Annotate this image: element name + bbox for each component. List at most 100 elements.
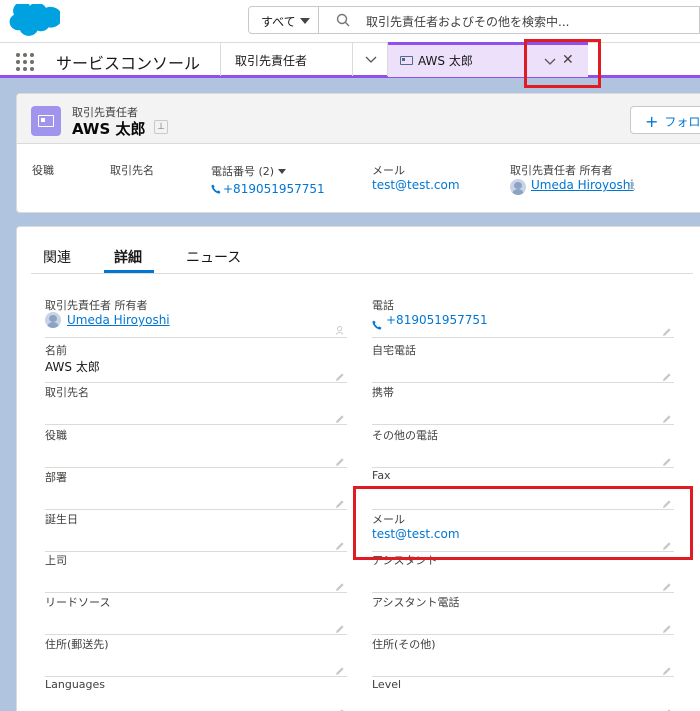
highlight-account-label: 取引先名 (110, 164, 154, 177)
field-right-8: 住所(その他) (372, 636, 674, 677)
edit-pencil-icon[interactable] (662, 577, 672, 591)
field-label: 自宅電話 (372, 344, 416, 357)
phone-icon (211, 184, 221, 194)
record-highlights-panel: 取引先責任者 AWS 太郎 ⊥ + フォロ 役職 取引先名 電話番号 (2) +8… (16, 93, 700, 213)
change-owner-icon[interactable] (628, 181, 637, 191)
contact-card-icon (400, 56, 413, 65)
field-left-0: 取引先責任者 所有者 Umeda Hiroyoshi (45, 297, 347, 338)
field-divider (45, 592, 347, 593)
field-value: AWS 太郎 (45, 360, 100, 374)
tab-contacts-dropdown[interactable] (352, 43, 388, 76)
field-label: 住所(郵送先) (45, 638, 109, 651)
phone-link[interactable]: +819051957751 (386, 313, 488, 327)
field-left-7: リードソース (45, 594, 347, 635)
global-search-input[interactable]: 取引先責任者およびその他を検索中... (318, 6, 700, 34)
highlight-email-label: メール (372, 164, 405, 177)
salesforce-logo[interactable] (8, 4, 60, 38)
app-name: サービスコンソール (56, 54, 201, 73)
edit-pencil-icon[interactable] (335, 661, 345, 675)
tab-contacts[interactable]: 取引先責任者 (220, 43, 352, 76)
field-label: 住所(その他) (372, 638, 436, 651)
edit-pencil-icon[interactable] (335, 703, 345, 711)
field-left-2: 取引先名 (45, 384, 347, 425)
edit-pencil-icon[interactable] (335, 452, 345, 466)
search-scope-select[interactable]: すべて (248, 6, 319, 34)
tab-record-label: AWS 太郎 (418, 54, 473, 68)
field-divider (45, 467, 347, 468)
field-right-0: 電話 +819051957751 (372, 297, 674, 338)
owner-link[interactable]: Umeda Hiroyoshi (67, 313, 170, 327)
field-divider (45, 424, 347, 425)
contact-record-icon (31, 106, 61, 136)
edit-pencil-icon[interactable] (662, 409, 672, 423)
field-label: Fax (372, 469, 391, 482)
field-label: 名前 (45, 344, 67, 357)
field-right-7: アシスタント電話 (372, 594, 674, 635)
highlight-owner-link[interactable]: Umeda Hiroyoshi (531, 178, 634, 192)
highlight-box-tab-controls (524, 39, 601, 88)
edit-pencil-icon[interactable] (662, 619, 672, 633)
field-divider (45, 382, 347, 383)
hierarchy-icon[interactable]: ⊥ (154, 120, 168, 134)
caret-down-icon (278, 169, 287, 174)
field-left-6: 上司 (45, 552, 347, 593)
field-left-3: 役職 (45, 427, 347, 468)
field-right-2: 携帯 (372, 384, 674, 425)
field-divider (372, 424, 674, 425)
edit-pencil-icon[interactable] (335, 367, 345, 381)
edit-pencil-icon[interactable] (662, 661, 672, 675)
global-header: すべて 取引先責任者およびその他を検索中... (0, 0, 700, 42)
edit-pencil-icon[interactable] (335, 494, 345, 508)
field-left-5: 誕生日 (45, 511, 347, 552)
field-divider (45, 337, 347, 338)
edit-pencil-icon[interactable] (335, 619, 345, 633)
edit-pencil-icon[interactable] (662, 452, 672, 466)
caret-down-icon (300, 18, 310, 24)
edit-pencil-icon[interactable] (335, 409, 345, 423)
phone-icon (372, 315, 382, 334)
highlight-email-link[interactable]: test@test.com (372, 178, 460, 192)
highlight-owner-label: 取引先責任者 所有者 (510, 164, 613, 177)
field-left-1: 名前 AWS 太郎 (45, 342, 347, 383)
record-detail-card: 関連 詳細 ニュース 取引先責任者 所有者 Umeda Hiroyoshi 名前 AW… (16, 226, 700, 711)
edit-pencil-icon[interactable] (662, 322, 672, 336)
field-left-8: 住所(郵送先) (45, 636, 347, 677)
edit-pencil-icon[interactable] (662, 703, 672, 711)
change-owner-icon[interactable] (336, 320, 345, 335)
owner-avatar (510, 179, 526, 195)
highlight-title-label: 役職 (32, 164, 54, 177)
field-label: その他の電話 (372, 429, 438, 442)
field-divider (372, 467, 674, 468)
field-label: 誕生日 (45, 513, 78, 526)
tab-news[interactable]: ニュース (186, 247, 241, 267)
edit-pencil-icon[interactable] (335, 577, 345, 591)
field-right-1: 自宅電話 (372, 342, 674, 383)
app-launcher-icon[interactable] (16, 53, 34, 71)
field-right-3: その他の電話 (372, 427, 674, 468)
field-divider (372, 337, 674, 338)
field-left-9: Languages (45, 678, 347, 711)
edit-pencil-icon[interactable] (662, 367, 672, 381)
search-scope-label: すべて (261, 15, 296, 29)
field-label: 部署 (45, 471, 67, 484)
field-label: Level (372, 678, 402, 691)
tab-related[interactable]: 関連 (43, 247, 71, 267)
highlight-phone-label[interactable]: 電話番号 (2) (211, 163, 287, 179)
highlight-phone-link[interactable]: +819051957751 (211, 182, 325, 196)
field-label: 取引先名 (45, 386, 89, 399)
search-placeholder: 取引先責任者およびその他を検索中... (366, 15, 570, 29)
follow-button[interactable]: + フォロ (630, 106, 700, 134)
owner-avatar (45, 312, 61, 328)
chevron-down-icon (365, 56, 377, 63)
field-divider (372, 676, 674, 677)
field-label: 電話 (372, 299, 394, 312)
field-label: 上司 (45, 554, 67, 567)
record-name: AWS 太郎 (72, 120, 146, 138)
field-label: 役職 (45, 429, 67, 442)
tab-details[interactable]: 詳細 (114, 247, 142, 267)
tab-divider (31, 273, 693, 274)
search-icon (336, 13, 350, 27)
edit-pencil-icon[interactable] (335, 536, 345, 550)
record-header: 取引先責任者 AWS 太郎 ⊥ + フォロ (17, 94, 700, 144)
field-label: Languages (45, 678, 106, 691)
